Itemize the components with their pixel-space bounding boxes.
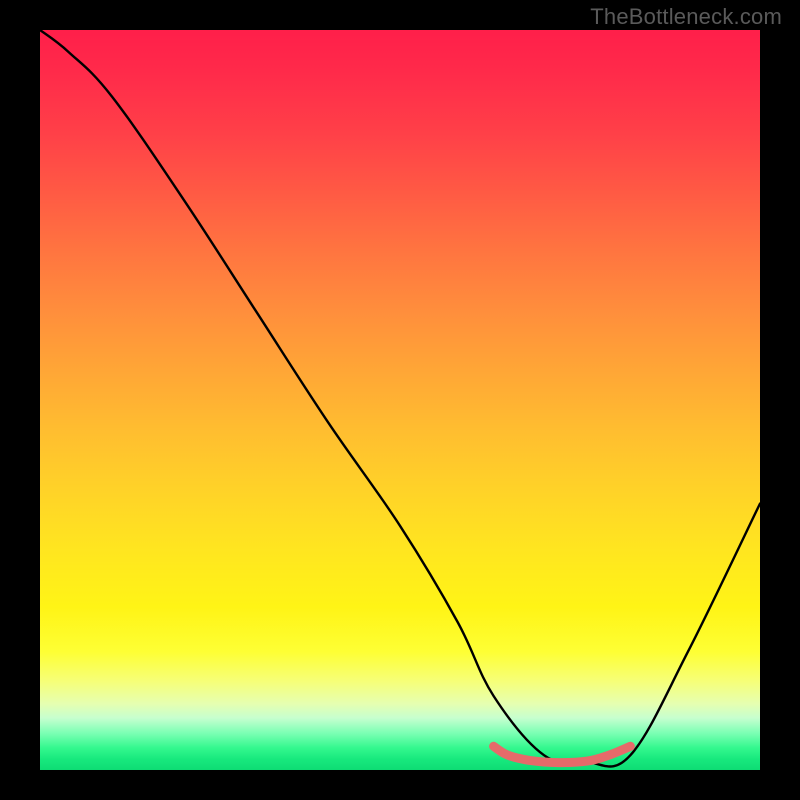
watermark-text: TheBottleneck.com	[590, 4, 782, 30]
chart-svg	[40, 30, 760, 770]
chart-frame: TheBottleneck.com	[0, 0, 800, 800]
plot-area	[40, 30, 760, 770]
valley-highlight	[494, 746, 631, 762]
bottleneck-curve	[40, 30, 760, 767]
